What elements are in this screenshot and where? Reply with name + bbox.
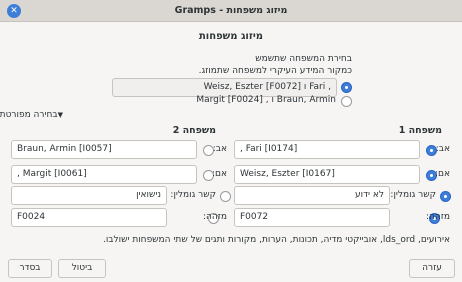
detailed-selection-expander[interactable]: ▼בחירה מפורטת	[0, 110, 63, 120]
father-family1-entry[interactable]: , Fari [I0174]	[234, 140, 420, 159]
relationship-family1-entry[interactable]: לא ידוע	[234, 186, 390, 205]
mother-family1-entry[interactable]: Weisz, Eszter [I0167]	[234, 165, 420, 184]
id-family1-label: מזהה:	[425, 212, 450, 222]
title-bar: ✕ מיזוג משפחות - Gramps	[0, 0, 462, 22]
primary-option2-radio[interactable]	[341, 96, 352, 107]
id-family1-entry[interactable]: F0072	[234, 208, 390, 227]
merge-note: אירועים, lds_ord, אובייקטי מדיה, תכונות,…	[102, 235, 450, 245]
father-family2-label: אב:	[212, 144, 227, 154]
mother-family2-entry[interactable]: , Margit [I0061]	[11, 165, 197, 184]
detailed-selection-label: בחירה מפורטת	[0, 110, 58, 120]
primary-option2-label[interactable]: Braun, Armin ו , Margit [F0024]	[196, 95, 336, 105]
relationship-family2-radio[interactable]	[220, 191, 231, 202]
expander-down-icon: ▼	[57, 111, 63, 119]
mother-family2-label: אם:	[211, 169, 227, 179]
ok-button[interactable]: בסדר	[8, 259, 52, 278]
cancel-button[interactable]: ביטול	[58, 259, 106, 278]
relationship-family1-label: קשר גומלין:	[390, 190, 436, 200]
family1-column-header: משפחה 1	[398, 125, 442, 136]
id-family2-label: מזהה:	[202, 212, 227, 222]
father-family2-entry[interactable]: Braun, Armin [I0057]	[11, 140, 197, 159]
father-family1-label: אב:	[435, 144, 450, 154]
window-title: מיזוג משפחות - Gramps	[174, 5, 288, 16]
dialog-heading: מיזוג משפחות	[198, 31, 264, 42]
primary-option1-radio[interactable]	[341, 82, 352, 93]
relationship-family1-radio[interactable]	[440, 191, 451, 202]
id-family2-entry[interactable]: F0024	[11, 208, 167, 227]
primary-text-line2: כמקור המידע העיקרי למשפחה שתמוזג.	[198, 66, 352, 76]
primary-text-line1: בחירת המשפחה שתשמש	[255, 54, 352, 64]
relationship-family2-entry[interactable]: נישואין	[11, 186, 167, 205]
mother-family1-label: אם:	[434, 169, 450, 179]
help-button[interactable]: עזרה	[409, 259, 455, 278]
family2-column-header: משפחה 2	[172, 125, 216, 136]
relationship-family2-label: קשר גומלין:	[170, 190, 216, 200]
